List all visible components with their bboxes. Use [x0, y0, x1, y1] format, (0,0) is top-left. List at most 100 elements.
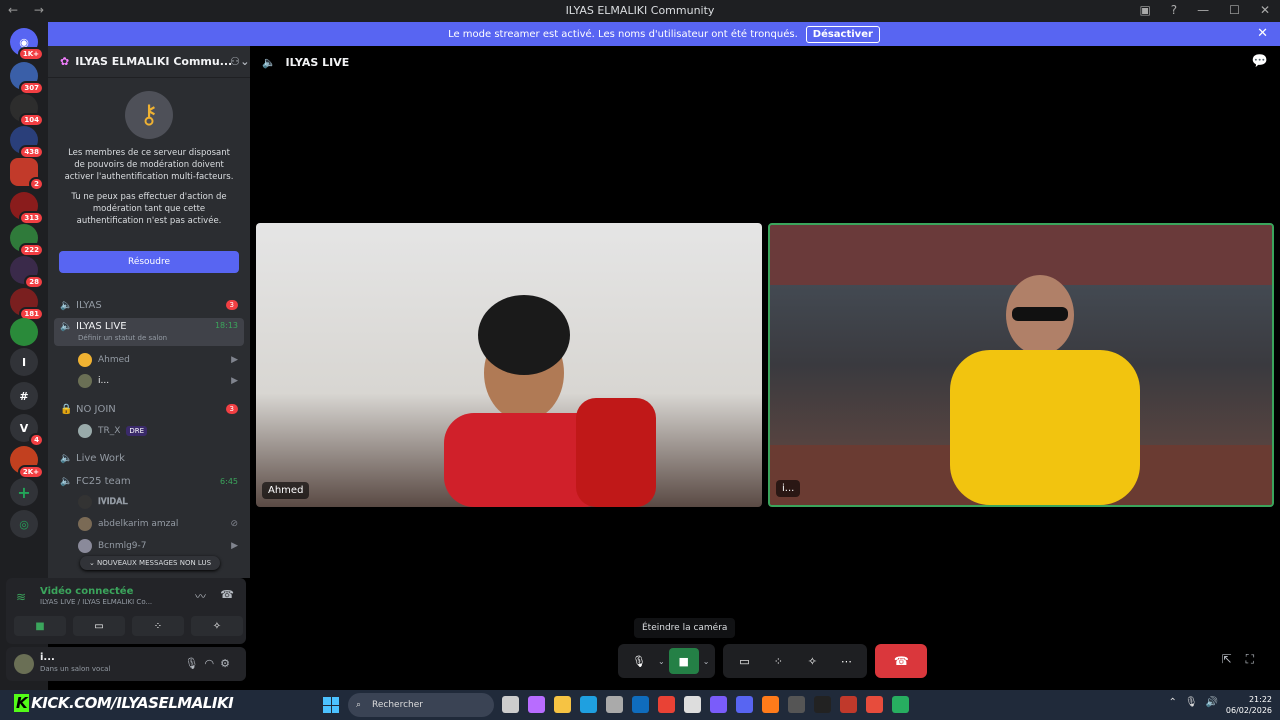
new-messages-pill[interactable]: ⌄ NOUVEAUX MESSAGES NON LUS — [80, 556, 220, 570]
voice-location[interactable]: ILYAS LIVE / ILYAS ELMALIKI Co... — [40, 598, 152, 606]
camera-icon: ▶ — [231, 376, 238, 386]
voice-member[interactable]: TR_X DRE — [78, 422, 242, 440]
server-icon[interactable]: 181 — [10, 288, 44, 321]
file-explorer-icon[interactable] — [554, 696, 571, 713]
signal-icon[interactable]: ≋ — [16, 590, 26, 604]
disconnect-icon[interactable]: ☎ — [220, 588, 234, 601]
voice-channel-icon: 🔈 — [262, 56, 276, 69]
game-icon[interactable] — [710, 696, 727, 713]
window-controls[interactable]: ▣ ? — ☐ ✕ — [1139, 3, 1270, 17]
microphone-icon[interactable]: 🎙 — [185, 657, 205, 670]
activities-button[interactable]: ⁘ — [763, 648, 793, 674]
user-controls[interactable]: 🎙◠⚙ — [185, 657, 236, 670]
stage-header: 🔈 ILYAS LIVE — [262, 56, 349, 69]
video-tile[interactable]: Ahmed — [256, 223, 762, 507]
edge-icon[interactable] — [580, 696, 597, 713]
activities-button[interactable]: ⁘ — [132, 616, 184, 636]
video-feed — [770, 225, 1272, 505]
invite-people-icon[interactable]: ⚇ — [230, 55, 240, 68]
voice-member[interactable]: Ahmed ▶ — [78, 351, 242, 369]
vlc-icon[interactable] — [762, 696, 779, 713]
soundboard-button[interactable]: ✧ — [797, 648, 827, 674]
inbox-icon[interactable]: ▣ — [1139, 3, 1150, 17]
channel-sidebar: ✿ ILYAS ELMALIKI Commu... ⌄ ⚇ ⚷ Les memb… — [48, 46, 250, 578]
avatar[interactable] — [14, 654, 34, 674]
call-controls: 🎙 ⌄ ■ ⌄ ▭ ⁘ ✧ ⋯ ☎ — [618, 644, 928, 678]
server-icon[interactable]: 307 — [10, 62, 44, 95]
more-options-button[interactable]: ⋯ — [831, 648, 861, 674]
chrome-icon[interactable] — [658, 696, 675, 713]
help-icon[interactable]: ? — [1171, 3, 1177, 17]
chat-icon[interactable]: 💬 — [1252, 54, 1268, 69]
camera-toggle-button[interactable]: ■ — [668, 648, 699, 674]
taskbar-search[interactable]: ⌕ Rechercher — [348, 693, 494, 717]
copilot-icon[interactable] — [528, 696, 545, 713]
channel-status[interactable]: Définir un statut de salon — [78, 334, 167, 342]
streamer-mode-banner: Le mode streamer est activé. Les noms d'… — [48, 22, 1280, 46]
popout-icon: ⇱ — [1221, 652, 1246, 666]
screen-share-button[interactable]: ▭ — [73, 616, 125, 636]
task-view-icon[interactable] — [502, 696, 519, 713]
server-icon[interactable]: 2K+ — [10, 446, 44, 479]
camera-button[interactable]: ■ — [14, 616, 66, 636]
video-tile[interactable]: i... — [768, 223, 1274, 507]
headphones-icon[interactable]: ◠ — [205, 657, 221, 670]
channel-ilyas[interactable]: 🔈 ILYAS 3 — [54, 295, 244, 315]
app-icon[interactable] — [892, 696, 909, 713]
chevron-down-icon[interactable]: ⌄ — [703, 657, 710, 666]
server-icon[interactable] — [10, 318, 38, 346]
photos-icon[interactable] — [684, 696, 701, 713]
server-icon[interactable]: 313 — [10, 192, 44, 225]
server-icon[interactable]: 2 — [10, 158, 44, 191]
server-icon[interactable]: # — [10, 382, 38, 410]
settings-icon[interactable]: ⚙ — [220, 657, 236, 670]
voice-member[interactable]: abdelkarim amzal ⊘ — [78, 515, 242, 533]
windows-start-icon[interactable] — [323, 697, 339, 713]
chevron-down-icon[interactable]: ⌄ — [240, 55, 249, 68]
server-icon[interactable]: 28 — [10, 256, 44, 289]
voice-member[interactable]: Bcnmlg9-7 ▶ — [78, 537, 242, 555]
user-panel: i... Dans un salon vocal 🎙◠⚙ — [6, 647, 246, 681]
store-icon[interactable] — [606, 696, 623, 713]
microphone-button[interactable]: 🎙 — [624, 648, 654, 674]
server-icon[interactable]: I — [10, 348, 38, 376]
server-icon[interactable]: 438 — [10, 126, 44, 159]
channel-ilyas-live[interactable]: 🔈 ILYAS LIVE 18:13 Définir un statut de … — [54, 318, 244, 346]
steam-icon[interactable] — [788, 696, 805, 713]
server-icon[interactable]: 104 — [10, 94, 44, 127]
channel-fc25-team[interactable]: 🔈 FC25 team 6:45 — [54, 471, 244, 491]
chevron-down-icon[interactable]: ⌄ — [658, 657, 665, 666]
minimize-icon[interactable]: — — [1197, 3, 1209, 17]
user-tag-badge: DRE — [126, 426, 148, 436]
close-window-icon[interactable]: ✕ — [1260, 3, 1270, 17]
noise-suppression-icon[interactable]: 〰 — [195, 588, 206, 604]
close-banner-icon[interactable]: ✕ — [1257, 26, 1268, 41]
voice-member[interactable]: i... ▶ — [78, 372, 242, 390]
discord-icon[interactable] — [736, 696, 753, 713]
add-server-icon[interactable]: + — [10, 478, 38, 506]
windows-taskbar: K KICK.COM/ILYASELMALIKI ⌕ Rechercher ⌃🎙🔊… — [0, 690, 1280, 720]
app-icon[interactable] — [866, 696, 883, 713]
outlook-icon[interactable] — [632, 696, 649, 713]
channel-no-join[interactable]: 🔒 NO JOIN 3 — [54, 399, 244, 419]
discord-home-icon[interactable]: ◉ 1K+ — [10, 28, 44, 61]
taskbar-clock[interactable]: 21:22 06/02/2026 — [1226, 694, 1272, 716]
fullscreen-controls[interactable]: ⇱⛶ — [1222, 652, 1268, 667]
channel-live-work[interactable]: 🔈 Live Work — [54, 448, 244, 468]
voice-channel-icon: 🔈 — [60, 299, 73, 311]
disconnect-call-button[interactable]: ☎ — [875, 644, 928, 678]
server-icon[interactable]: V4 — [10, 414, 44, 447]
disable-streamer-button[interactable]: Désactiver — [805, 25, 880, 43]
system-tray[interactable]: ⌃🎙🔊 — [1168, 697, 1226, 708]
soundboard-button[interactable]: ✧ — [191, 616, 243, 636]
explore-icon[interactable]: ◎ — [10, 510, 38, 538]
microphone-icon: 🎙 — [1184, 697, 1206, 708]
server-header[interactable]: ✿ ILYAS ELMALIKI Commu... ⌄ ⚇ — [48, 46, 250, 78]
voice-member[interactable]: 𝐈𝐕𝐈𝐃𝐀𝐋 — [78, 493, 242, 511]
app-icon[interactable] — [840, 696, 857, 713]
maximize-icon[interactable]: ☐ — [1229, 3, 1240, 17]
screen-share-button[interactable]: ▭ — [729, 648, 759, 674]
resolve-button[interactable]: Résoudre — [59, 251, 239, 273]
app-icon[interactable] — [814, 696, 831, 713]
server-icon[interactable]: 222 — [10, 224, 44, 257]
